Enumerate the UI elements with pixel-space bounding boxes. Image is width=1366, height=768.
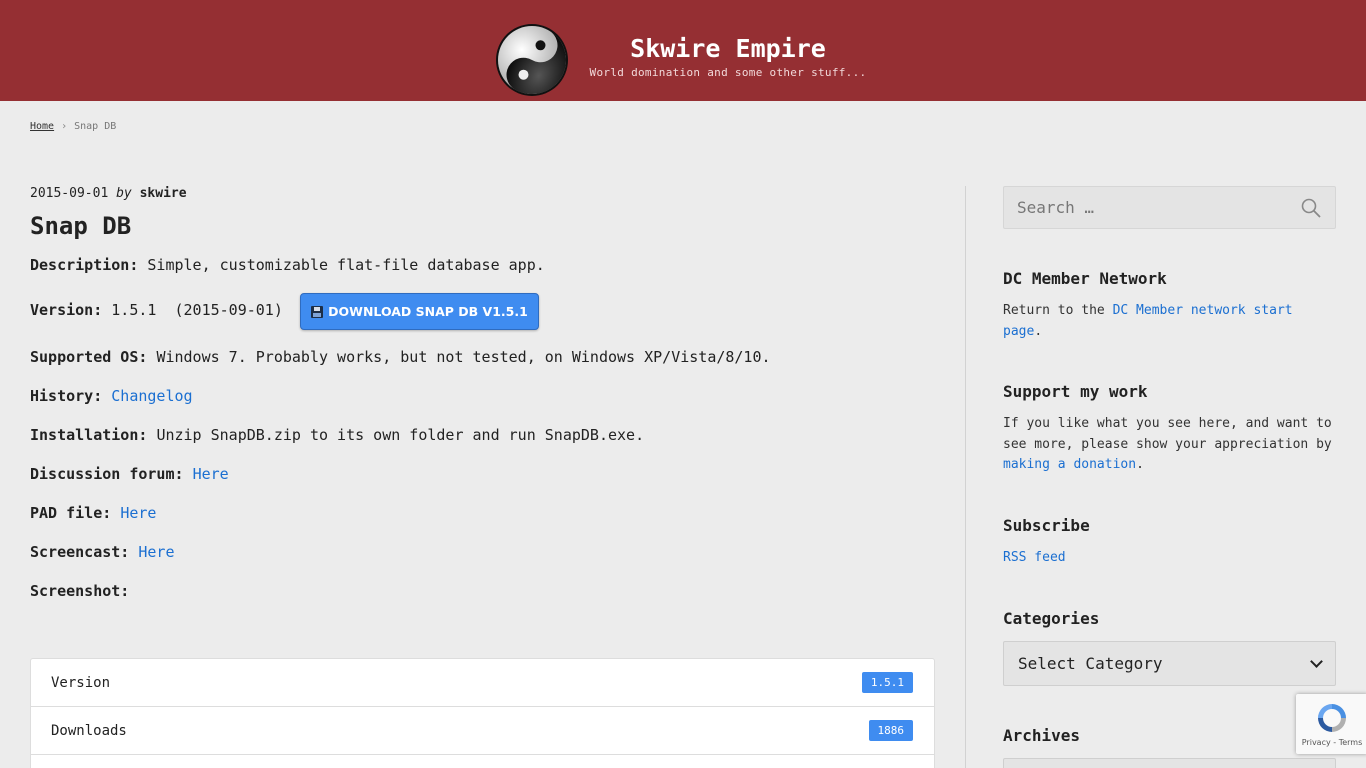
post-author[interactable]: skwire bbox=[140, 186, 187, 201]
support-title: Support my work bbox=[1003, 382, 1148, 401]
version-label: Version: bbox=[30, 301, 103, 319]
rss-feed-link[interactable]: RSS feed bbox=[1003, 550, 1066, 565]
downloads-row-label: Downloads bbox=[51, 722, 127, 739]
support-text-after: . bbox=[1136, 457, 1144, 472]
os-label: Supported OS: bbox=[30, 348, 148, 366]
table-row: Version 1.5.1 bbox=[31, 659, 934, 707]
support-text: If you like what you see here, and want … bbox=[1003, 414, 1333, 476]
screenshot-field: Screenshot: bbox=[30, 582, 129, 600]
categories-title: Categories bbox=[1003, 609, 1100, 628]
download-button-label: DOWNLOAD SNAP DB V1.5.1 bbox=[328, 304, 528, 319]
floppy-disk-icon bbox=[311, 305, 324, 318]
version-field: Version: 1.5.1 (2015-09-01) bbox=[30, 301, 283, 319]
version-badge: 1.5.1 bbox=[861, 672, 913, 693]
breadcrumb: Home › Snap DB bbox=[30, 121, 116, 132]
search-input[interactable] bbox=[1004, 187, 1294, 228]
site-tagline: World domination and some other stuff... bbox=[589, 66, 867, 79]
screenshot-label: Screenshot: bbox=[30, 582, 130, 600]
support-text-before: If you like what you see here, and want … bbox=[1003, 416, 1332, 452]
dc-text-before: Return to the bbox=[1003, 303, 1113, 318]
supported-os-field: Supported OS: Windows 7. Probably works,… bbox=[30, 348, 771, 366]
changelog-link[interactable]: Changelog bbox=[111, 387, 192, 405]
post-by-label: by bbox=[116, 186, 132, 201]
site-header: Skwire Empire World domination and some … bbox=[0, 0, 1366, 101]
history-label: History: bbox=[30, 387, 103, 405]
discussion-forum-field: Discussion forum: Here bbox=[30, 465, 229, 483]
forum-link[interactable]: Here bbox=[193, 465, 229, 483]
subscribe-text: RSS feed bbox=[1003, 548, 1333, 569]
screencast-field: Screencast: Here bbox=[30, 543, 175, 561]
page-title: Snap DB bbox=[30, 212, 132, 240]
dc-network-text: Return to the DC Member network start pa… bbox=[1003, 301, 1333, 342]
breadcrumb-home-link[interactable]: Home bbox=[30, 121, 54, 132]
archives-select[interactable] bbox=[1003, 758, 1336, 768]
pad-file-field: PAD file: Here bbox=[30, 504, 156, 522]
category-select[interactable]: Select Category bbox=[1003, 641, 1336, 686]
post-meta: 2015-09-01 by skwire bbox=[30, 186, 187, 201]
yin-yang-icon[interactable] bbox=[494, 18, 570, 102]
install-label: Installation: bbox=[30, 426, 148, 444]
search-form bbox=[1003, 186, 1336, 229]
sidebar-divider bbox=[965, 186, 966, 768]
version-row-label: Version bbox=[51, 674, 111, 691]
category-select-value: Select Category bbox=[1018, 654, 1163, 673]
recaptcha-badge[interactable]: Privacy - Terms bbox=[1296, 694, 1366, 754]
os-value: Windows 7. Probably works, but not teste… bbox=[156, 348, 771, 366]
screencast-label: Screencast: bbox=[30, 543, 130, 561]
archives-title: Archives bbox=[1003, 726, 1081, 745]
search-icon[interactable] bbox=[1300, 197, 1322, 219]
install-value: Unzip SnapDB.zip to its own folder and r… bbox=[156, 426, 645, 444]
history-field: History: Changelog bbox=[30, 387, 193, 405]
recaptcha-icon bbox=[1318, 704, 1346, 732]
downloads-badge: 1886 bbox=[868, 720, 913, 741]
subscribe-title: Subscribe bbox=[1003, 516, 1090, 535]
dc-network-title: DC Member Network bbox=[1003, 269, 1167, 288]
donation-link[interactable]: making a donation bbox=[1003, 457, 1136, 472]
dc-text-after: . bbox=[1034, 323, 1043, 339]
version-value: 1.5.1 (2015-09-01) bbox=[111, 301, 283, 319]
download-button[interactable]: DOWNLOAD SNAP DB V1.5.1 bbox=[300, 293, 539, 330]
breadcrumb-current: Snap DB bbox=[74, 121, 117, 132]
description-field: Description: Simple, customizable flat-f… bbox=[30, 256, 545, 274]
installation-field: Installation: Unzip SnapDB.zip to its ow… bbox=[30, 426, 644, 444]
site-title[interactable]: Skwire Empire bbox=[582, 34, 874, 63]
description-label: Description: bbox=[30, 256, 139, 274]
chevron-right-icon: › bbox=[61, 121, 68, 132]
description-value: Simple, customizable flat-file database … bbox=[147, 256, 545, 274]
table-row: Downloads 1886 bbox=[31, 707, 934, 755]
recaptcha-links[interactable]: Privacy - Terms bbox=[1296, 738, 1366, 747]
post-date[interactable]: 2015-09-01 bbox=[30, 186, 108, 201]
pad-link[interactable]: Here bbox=[120, 504, 156, 522]
forum-label: Discussion forum: bbox=[30, 465, 184, 483]
pad-label: PAD file: bbox=[30, 504, 112, 522]
screencast-link[interactable]: Here bbox=[138, 543, 174, 561]
info-table: Version 1.5.1 Downloads 1886 bbox=[30, 658, 935, 768]
chevron-down-icon bbox=[1310, 655, 1323, 668]
